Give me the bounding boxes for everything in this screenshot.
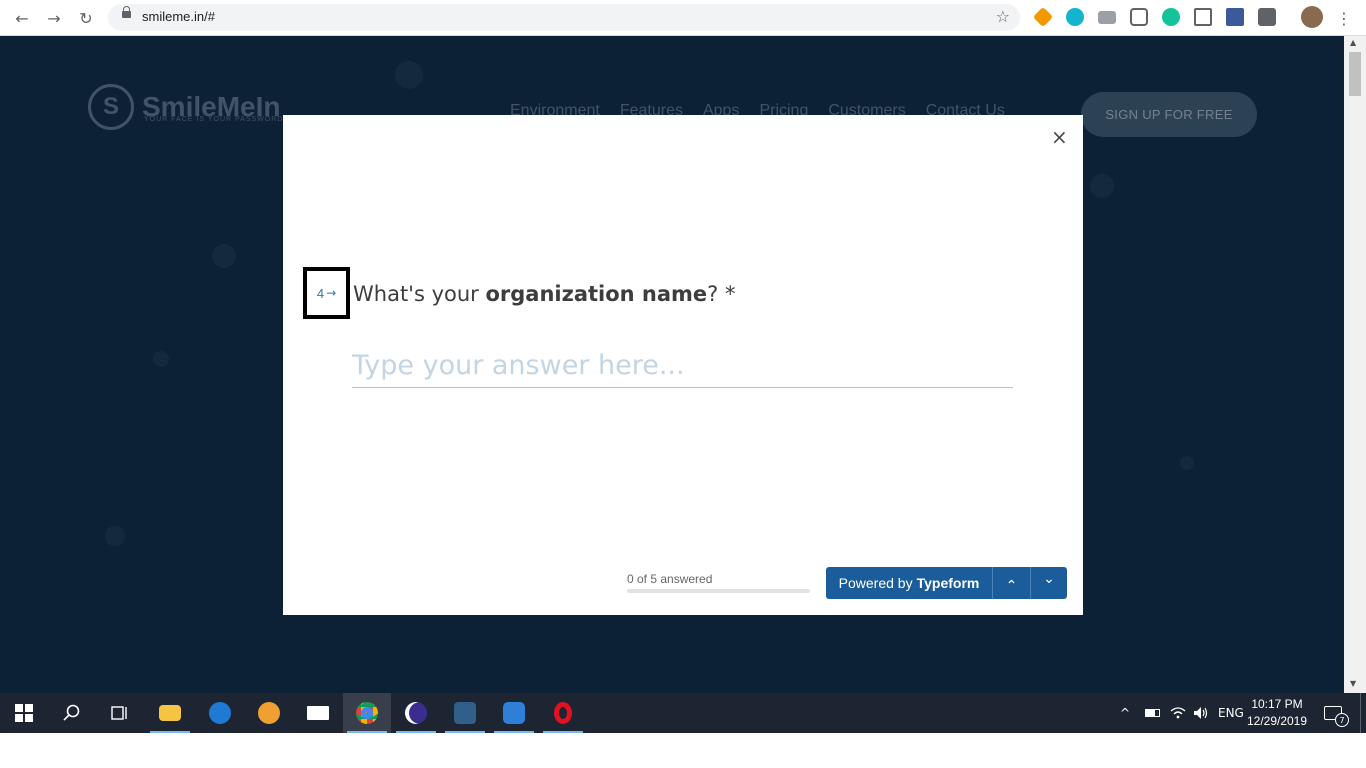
task-view-button[interactable] bbox=[96, 693, 144, 733]
question-number-badge: 4 → bbox=[303, 267, 350, 319]
taskbar-wps[interactable] bbox=[490, 693, 538, 733]
taskbar-mysql-workbench[interactable] bbox=[441, 693, 489, 733]
windows-taskbar: ^ ENG 10:17 PM 12/29/2019 7 bbox=[0, 693, 1366, 733]
volume-icon[interactable] bbox=[1193, 693, 1209, 733]
powered-by-typeform-link[interactable]: Powered by Typeform bbox=[826, 567, 993, 599]
chevron-up-icon: ⌃ bbox=[1005, 578, 1018, 594]
extension-grid-icon[interactable] bbox=[1226, 8, 1244, 26]
windows-logo-icon bbox=[15, 704, 33, 722]
url-text[interactable]: smileme.in/# bbox=[142, 9, 215, 24]
show-desktop-button[interactable] bbox=[1360, 693, 1361, 733]
dolphin-icon bbox=[454, 702, 476, 724]
next-question-button[interactable]: ⌄ bbox=[1030, 567, 1067, 599]
taskbar-opera[interactable] bbox=[539, 693, 587, 733]
background-dot bbox=[212, 244, 236, 268]
browser-toolbar: ← → ↻ smileme.in/# ☆ ⋮ bbox=[0, 0, 1366, 36]
search-button[interactable] bbox=[48, 693, 96, 733]
mail-icon bbox=[307, 706, 329, 720]
address-bar[interactable]: smileme.in/# ☆ bbox=[108, 4, 1020, 31]
bookmark-star-icon[interactable]: ☆ bbox=[996, 7, 1010, 26]
scrollbar-thumb[interactable] bbox=[1349, 52, 1361, 96]
typeform-footer: Powered by Typeform ⌃ ⌄ bbox=[826, 567, 1067, 599]
taskbar-chrome[interactable] bbox=[343, 693, 391, 733]
background-dot bbox=[153, 351, 169, 367]
task-view-icon bbox=[111, 706, 127, 720]
organization-name-input[interactable] bbox=[352, 343, 1013, 388]
question-title: What's your organization name? * bbox=[353, 282, 736, 306]
previous-question-button[interactable]: ⌃ bbox=[993, 567, 1030, 599]
extension-orange-icon[interactable] bbox=[1032, 6, 1054, 28]
chrome-icon bbox=[356, 702, 378, 724]
logo-tagline: YOUR FACE IS YOUR PASSWORD bbox=[144, 116, 284, 123]
wps-office-icon bbox=[503, 702, 525, 724]
taskbar-file-explorer[interactable] bbox=[146, 693, 194, 733]
forward-icon[interactable]: → bbox=[42, 6, 66, 30]
clock-date: 12/29/2019 bbox=[1246, 714, 1308, 728]
crop-icon[interactable] bbox=[1194, 8, 1212, 26]
question-number: 4 bbox=[316, 285, 325, 301]
folder-icon bbox=[159, 705, 181, 721]
wifi-icon[interactable] bbox=[1170, 693, 1186, 733]
taskbar-eclipse[interactable] bbox=[392, 693, 440, 733]
extension-badge-icon[interactable] bbox=[1258, 8, 1276, 26]
start-button[interactable] bbox=[0, 693, 48, 733]
notification-count: 7 bbox=[1335, 713, 1349, 727]
powered-by-label: Powered by bbox=[838, 575, 913, 591]
browser-menu-icon[interactable]: ⋮ bbox=[1332, 6, 1356, 30]
reload-icon[interactable]: ↻ bbox=[74, 6, 98, 30]
system-clock[interactable]: 10:17 PM 12/29/2019 bbox=[1245, 696, 1309, 730]
page-scrollbar[interactable]: ▲ ▼ bbox=[1344, 36, 1366, 693]
background-dot bbox=[395, 61, 423, 89]
background-dot bbox=[105, 526, 125, 546]
clock-time: 10:17 PM bbox=[1251, 697, 1303, 711]
question-prefix: What's your bbox=[353, 282, 486, 306]
opera-icon bbox=[554, 702, 572, 724]
progress-text: 0 of 5 answered bbox=[627, 572, 713, 586]
question-emphasis: organization name bbox=[485, 282, 708, 306]
background-dot bbox=[1090, 174, 1114, 198]
profile-avatar[interactable] bbox=[1301, 6, 1323, 28]
taskbar-edge[interactable] bbox=[196, 693, 244, 733]
chevron-down-icon: ⌄ bbox=[1043, 571, 1055, 587]
taskbar-mail[interactable] bbox=[294, 693, 342, 733]
battery-icon[interactable] bbox=[1145, 693, 1160, 733]
scroll-down-icon[interactable]: ▼ bbox=[1350, 679, 1356, 688]
notification-icon: 7 bbox=[1324, 706, 1349, 727]
typeform-modal: × 4 → What's your organization name? * 0… bbox=[283, 115, 1083, 615]
search-icon bbox=[63, 704, 80, 721]
close-icon[interactable]: × bbox=[1051, 125, 1068, 149]
screenshot-icon[interactable] bbox=[1130, 8, 1148, 26]
background-dot bbox=[1180, 456, 1194, 470]
signup-button[interactable]: SIGN UP FOR FREE bbox=[1081, 92, 1257, 137]
lock-icon bbox=[122, 6, 131, 18]
site-logo[interactable]: S SmileMeIn YOUR FACE IS YOUR PASSWORD bbox=[88, 84, 284, 130]
back-icon[interactable]: ← bbox=[10, 6, 34, 30]
grammarly-icon[interactable] bbox=[1162, 8, 1180, 26]
logo-mark: S bbox=[88, 84, 134, 130]
tray-expand-icon[interactable]: ^ bbox=[1120, 693, 1130, 733]
scroll-up-icon[interactable]: ▲ bbox=[1350, 38, 1356, 47]
edge-browser-icon bbox=[209, 702, 231, 724]
screen-bottom-margin bbox=[0, 733, 1366, 768]
extension-chat-icon[interactable] bbox=[1066, 8, 1084, 26]
typeform-brand: Typeform bbox=[916, 575, 980, 591]
action-center-button[interactable]: 7 bbox=[1324, 693, 1349, 733]
input-language[interactable]: ENG bbox=[1218, 693, 1244, 733]
progress-bar bbox=[627, 589, 810, 593]
camera-icon[interactable] bbox=[1098, 11, 1116, 24]
arrow-right-icon: → bbox=[326, 286, 337, 300]
gear-icon bbox=[258, 702, 280, 724]
eclipse-icon bbox=[405, 702, 427, 724]
taskbar-settings-app[interactable] bbox=[245, 693, 293, 733]
question-suffix: ? * bbox=[707, 282, 736, 306]
